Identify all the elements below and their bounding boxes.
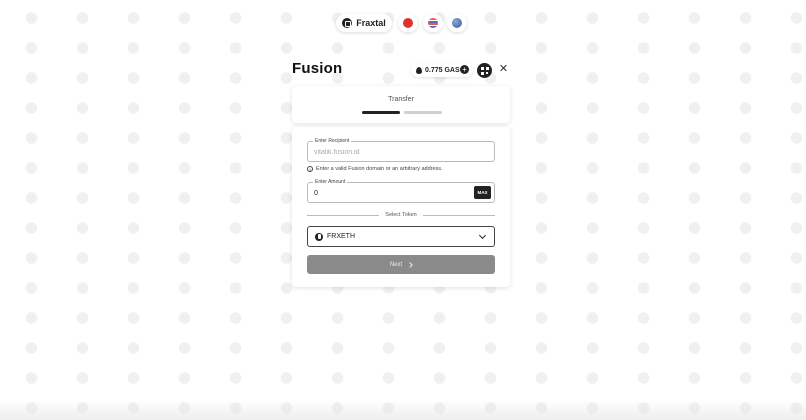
transfer-form-card: Enter Recipient i Enter a valid Fusion d…	[292, 127, 510, 287]
recipient-hint: i Enter a valid Fusion domain or an arbi…	[307, 166, 443, 172]
amount-label: Enter Amount	[313, 179, 348, 186]
gas-flame-icon	[416, 66, 422, 74]
amount-field: Enter Amount MAX	[307, 179, 495, 203]
next-label: Next	[389, 261, 403, 268]
app-button-2[interactable]	[423, 14, 443, 32]
add-gas-button[interactable]: +	[460, 65, 469, 74]
next-button[interactable]: Next	[307, 255, 495, 274]
step-bar-active	[362, 111, 400, 114]
hint-text: Enter a valid Fusion domain or an arbitr…	[316, 166, 443, 172]
app-button-1[interactable]	[398, 14, 418, 32]
gas-value: 0.775 GAS	[425, 66, 460, 74]
globe-icon	[452, 18, 462, 28]
top-nav: Fraxtal	[0, 14, 806, 32]
chevron-down-icon	[478, 231, 487, 240]
divider-line-right	[423, 215, 495, 216]
token-select[interactable]: FRXETH	[307, 226, 495, 247]
recipient-input[interactable]	[314, 147, 464, 157]
app-button-3[interactable]	[447, 14, 467, 32]
step-indicator-card: Transfer	[292, 86, 510, 123]
fraxtal-logo-icon	[342, 18, 353, 28]
select-token-divider: Select Token	[307, 211, 495, 219]
chevron-right-icon	[407, 261, 414, 268]
qr-code-icon	[480, 66, 489, 75]
qr-code-button[interactable]	[477, 63, 492, 78]
info-icon: i	[307, 166, 313, 172]
frxeth-token-icon	[315, 232, 323, 241]
red-circle-icon	[403, 18, 413, 28]
max-button[interactable]: MAX	[474, 186, 491, 199]
recipient-label: Enter Recipient	[313, 138, 352, 145]
step-bar-inactive	[404, 111, 442, 114]
striped-globe-icon	[428, 18, 438, 28]
network-selector-button[interactable]: Fraxtal	[336, 14, 392, 32]
amount-input[interactable]	[314, 188, 464, 198]
recipient-field: Enter Recipient	[307, 138, 495, 162]
token-value: FRXETH	[327, 233, 355, 240]
page-title: Fusion	[292, 60, 343, 77]
close-button[interactable]: ✕	[498, 64, 509, 75]
network-label: Fraxtal	[356, 18, 386, 28]
bottom-fade	[0, 400, 806, 420]
step-label: Transfer	[388, 96, 414, 103]
